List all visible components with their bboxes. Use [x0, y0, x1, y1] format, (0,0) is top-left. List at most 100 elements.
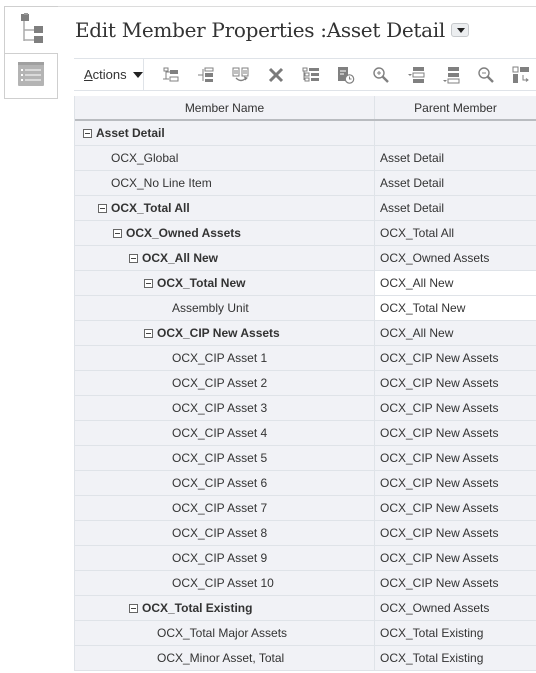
move-button[interactable]	[224, 63, 259, 87]
member-name-cell[interactable]: OCX_Minor Asset, Total	[75, 646, 375, 670]
member-name-cell[interactable]: OCX_Owned Assets	[75, 221, 375, 245]
list-view-icon	[17, 61, 45, 92]
parent-member-cell[interactable]: OCX_CIP New Assets	[375, 571, 536, 595]
member-name-cell[interactable]: OCX_Total Major Assets	[75, 621, 375, 645]
table-row[interactable]: OCX_CIP Asset 5 OCX_CIP New Assets	[75, 446, 536, 471]
table-row[interactable]: OCX_CIP Asset 7 OCX_CIP New Assets	[75, 496, 536, 521]
parent-member-cell[interactable]: Asset Detail	[375, 196, 536, 220]
member-name-cell[interactable]: OCX_CIP Asset 8	[75, 521, 375, 545]
member-name-cell[interactable]: OCX_CIP Asset 7	[75, 496, 375, 520]
parent-member-cell[interactable]: OCX_CIP New Assets	[375, 496, 536, 520]
parent-member-cell[interactable]: Asset Detail	[375, 171, 536, 195]
parent-member-cell[interactable]: OCX_CIP New Assets	[375, 471, 536, 495]
parent-member-cell[interactable]: OCX_CIP New Assets	[375, 371, 536, 395]
collapse-toggle-icon[interactable]	[144, 328, 153, 338]
parent-member-cell[interactable]: OCX_CIP New Assets	[375, 396, 536, 420]
member-name-text: OCX_CIP Asset 7	[172, 501, 268, 515]
member-name-cell[interactable]: Assembly Unit	[75, 296, 375, 320]
parent-member-cell[interactable]: OCX_CIP New Assets	[375, 546, 536, 570]
table-row[interactable]: OCX_CIP Asset 2 OCX_CIP New Assets	[75, 371, 536, 396]
table-row[interactable]: OCX_Minor Asset, Total OCX_Total Existing	[75, 646, 536, 671]
member-name-cell[interactable]: Asset Detail	[75, 121, 375, 145]
history-icon	[337, 66, 355, 84]
table-row[interactable]: OCX_Total New OCX_All New	[75, 271, 536, 296]
parent-member-cell[interactable]: OCX_Total Existing	[375, 621, 536, 645]
collapse-toggle-icon[interactable]	[98, 203, 107, 213]
collapse-row-button[interactable]	[399, 63, 434, 87]
member-name-cell[interactable]: OCX_No Line Item	[75, 171, 375, 195]
zoom-out-button[interactable]	[469, 63, 504, 87]
parent-member-cell[interactable]	[375, 121, 536, 145]
member-name-cell[interactable]: OCX_CIP Asset 6	[75, 471, 375, 495]
member-name-cell[interactable]: OCX_CIP Asset 3	[75, 396, 375, 420]
parent-member-cell[interactable]: OCX_All New	[375, 271, 536, 295]
pivot-button[interactable]	[504, 63, 536, 87]
table-row[interactable]: OCX_CIP Asset 4 OCX_CIP New Assets	[75, 421, 536, 446]
collapse-toggle-icon[interactable]	[144, 278, 153, 288]
member-name-cell[interactable]: OCX_CIP Asset 1	[75, 346, 375, 370]
member-name-text: OCX_Total Existing	[142, 601, 253, 615]
parent-member-cell[interactable]: OCX_Owned Assets	[375, 246, 536, 270]
column-header-parent-member[interactable]: Parent Member	[375, 96, 536, 119]
member-name-text: OCX_Total Major Assets	[157, 626, 288, 640]
parent-member-cell[interactable]: OCX_CIP New Assets	[375, 421, 536, 445]
member-name-cell[interactable]: OCX_CIP Asset 9	[75, 546, 375, 570]
collapse-toggle-icon[interactable]	[113, 228, 122, 238]
table-row[interactable]: OCX_All New OCX_Owned Assets	[75, 246, 536, 271]
member-name-cell[interactable]: OCX_CIP Asset 5	[75, 446, 375, 470]
table-row[interactable]: OCX_Owned Assets OCX_Total All	[75, 221, 536, 246]
table-row[interactable]: OCX_CIP Asset 6 OCX_CIP New Assets	[75, 471, 536, 496]
parent-member-cell[interactable]: OCX_Owned Assets	[375, 596, 536, 620]
actions-menu-button[interactable]: Actions	[74, 59, 144, 90]
table-row[interactable]: OCX_CIP New Assets OCX_All New	[75, 321, 536, 346]
toolbar-icons	[144, 63, 536, 87]
member-name-cell[interactable]: OCX_All New	[75, 246, 375, 270]
parent-member-cell[interactable]: Asset Detail	[375, 146, 536, 170]
table-row[interactable]: OCX_Total All Asset Detail	[75, 196, 536, 221]
table-row[interactable]: OCX_CIP Asset 10 OCX_CIP New Assets	[75, 571, 536, 596]
table-row[interactable]: OCX_CIP Asset 8 OCX_CIP New Assets	[75, 521, 536, 546]
member-name-text: OCX_CIP Asset 6	[172, 476, 268, 490]
table-row[interactable]: OCX_CIP Asset 3 OCX_CIP New Assets	[75, 396, 536, 421]
zoom-in-button[interactable]	[364, 63, 399, 87]
member-name-text: Asset Detail	[96, 126, 165, 140]
table-row[interactable]: OCX_CIP Asset 1 OCX_CIP New Assets	[75, 346, 536, 371]
parent-member-cell[interactable]: OCX_Total Existing	[375, 646, 536, 670]
member-name-cell[interactable]: OCX_Total Existing	[75, 596, 375, 620]
list-tab[interactable]	[4, 53, 58, 99]
member-name-cell[interactable]: OCX_CIP Asset 2	[75, 371, 375, 395]
parent-member-cell[interactable]: OCX_Total New	[375, 296, 536, 320]
table-row[interactable]: OCX_Total Major Assets OCX_Total Existing	[75, 621, 536, 646]
table-row[interactable]: OCX_Global Asset Detail	[75, 146, 536, 171]
history-button[interactable]	[329, 63, 364, 87]
table-row[interactable]: OCX_Total Existing OCX_Owned Assets	[75, 596, 536, 621]
collapse-toggle-icon[interactable]	[129, 253, 138, 263]
table-row[interactable]: Assembly Unit OCX_Total New	[75, 296, 536, 321]
collapse-toggle-icon[interactable]	[83, 128, 92, 138]
member-name-cell[interactable]: OCX_CIP New Assets	[75, 321, 375, 345]
title-dropdown-button[interactable]	[450, 23, 469, 37]
parent-member-cell[interactable]: OCX_CIP New Assets	[375, 346, 536, 370]
parent-member-cell[interactable]: OCX_All New	[375, 321, 536, 345]
add-child-button[interactable]	[154, 63, 189, 87]
parent-member-cell[interactable]: OCX_CIP New Assets	[375, 521, 536, 545]
table-row[interactable]: OCX_No Line Item Asset Detail	[75, 171, 536, 196]
member-name-cell[interactable]: OCX_CIP Asset 10	[75, 571, 375, 595]
parent-member-cell[interactable]: OCX_CIP New Assets	[375, 446, 536, 470]
add-sibling-button[interactable]	[189, 63, 224, 87]
table-row[interactable]: OCX_CIP Asset 9 OCX_CIP New Assets	[75, 546, 536, 571]
member-name-cell[interactable]: OCX_Global	[75, 146, 375, 170]
column-header-member-name[interactable]: Member Name	[75, 96, 375, 119]
member-name-cell[interactable]: OCX_CIP Asset 4	[75, 421, 375, 445]
hierarchy-tab[interactable]	[4, 6, 58, 53]
member-name-cell[interactable]: OCX_Total All	[75, 196, 375, 220]
parent-member-cell[interactable]: OCX_Total All	[375, 221, 536, 245]
table-row[interactable]: Asset Detail	[75, 121, 536, 146]
view-hierarchy-button[interactable]	[294, 63, 329, 87]
member-name-cell[interactable]: OCX_Total New	[75, 271, 375, 295]
member-name-text: OCX_CIP Asset 1	[172, 351, 268, 365]
expand-row-button[interactable]	[434, 63, 469, 87]
delete-button[interactable]	[259, 63, 294, 87]
grid-body: Asset Detail OCX_Global Asset Detail OCX_No…	[75, 121, 536, 671]
collapse-toggle-icon[interactable]	[129, 603, 138, 613]
